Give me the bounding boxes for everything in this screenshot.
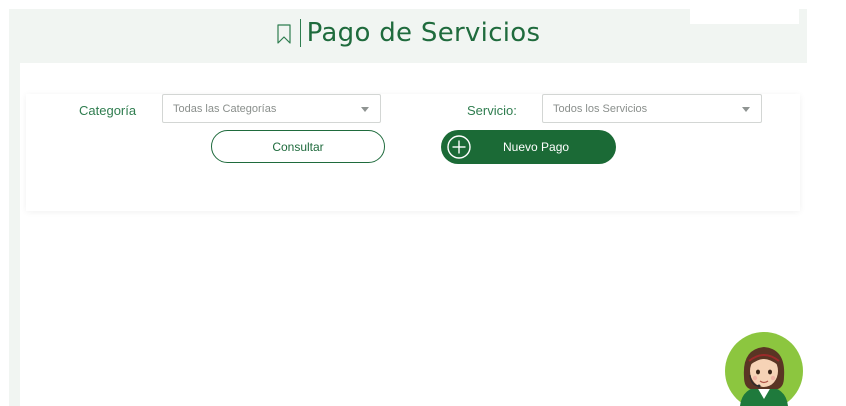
chevron-down-icon (742, 107, 750, 112)
service-label: Servicio: (467, 103, 517, 118)
bookmark-icon (277, 24, 291, 44)
header-divider (299, 19, 301, 47)
plus-circle-icon (447, 135, 471, 159)
service-select[interactable]: Todos los Servicios (542, 94, 762, 123)
category-select[interactable]: Todas las Categorías (162, 94, 381, 123)
assistant-avatar-icon (725, 332, 803, 406)
page-title: Pago de Servicios (306, 18, 541, 48)
consult-button[interactable]: Consultar (211, 130, 385, 163)
chevron-down-icon (361, 107, 369, 112)
new-payment-button[interactable]: Nuevo Pago (441, 130, 616, 164)
category-select-value: Todas las Categorías (173, 102, 277, 115)
consult-button-label: Consultar (272, 139, 324, 154)
category-label: Categoría (79, 103, 137, 118)
page-header: Pago de Servicios (9, 10, 807, 56)
assistant-avatar[interactable] (724, 331, 804, 406)
service-select-value: Todos los Servicios (553, 102, 648, 115)
new-payment-label: Nuevo Pago (503, 140, 570, 154)
